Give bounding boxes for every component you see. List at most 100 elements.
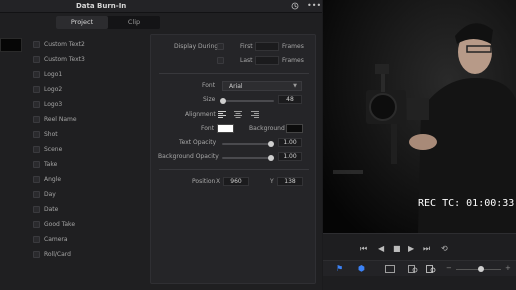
list-item[interactable]: Roll/Card [33,250,143,260]
checkbox[interactable] [33,221,40,228]
font-color-label: Font [201,125,215,132]
position-y-label: Y [270,178,274,185]
checkbox[interactable] [33,86,40,93]
checkbox[interactable] [33,176,40,183]
frames-label: Frames [282,57,304,64]
checkbox[interactable] [33,236,40,243]
checkbox[interactable] [33,191,40,198]
list-item[interactable]: Shot [33,130,143,140]
align-left-icon[interactable] [218,111,226,118]
font-dropdown[interactable]: Arial ▼ [222,81,302,91]
position-label: Position [192,178,216,185]
list-item-label: Camera [44,236,68,243]
size-slider-knob[interactable] [220,98,226,104]
list-item[interactable]: Good Take [33,220,143,230]
font-value: Arial [229,83,243,90]
text-opacity-label: Text Opacity [179,139,217,146]
checkbox[interactable] [33,206,40,213]
stop-icon[interactable]: ■ [393,244,401,253]
align-center-icon[interactable] [234,111,242,118]
jump-end-icon[interactable]: ⏭ [423,244,430,254]
bg-opacity-label: Background Opacity [158,153,219,160]
list-item-label: Reel Name [44,116,77,123]
zoom-detail-icon[interactable] [408,265,418,273]
list-item[interactable]: Scene [33,145,143,155]
list-item-label: Scene [44,146,63,153]
app-root: Data Burn-In ••• Project Clip Custom Tex… [0,0,516,290]
flag-icon[interactable]: ⚑ [336,264,343,273]
size-slider[interactable] [222,100,274,102]
play-icon[interactable]: ▶ [408,244,414,253]
size-label: Size [203,96,216,103]
bg-opacity-knob[interactable] [268,155,274,161]
last-label: Last [240,57,253,64]
checkbox[interactable] [33,71,40,78]
alignment-label: Alignment [185,111,216,118]
marker-icon[interactable]: ⬢ [358,264,365,273]
data-burn-in-panel: Data Burn-In ••• Project Clip Custom Tex… [0,0,322,290]
list-item[interactable]: Day [33,190,143,200]
video-viewer[interactable]: REC TC: 01:00:33 [323,0,516,233]
list-item[interactable]: Angle [33,175,143,185]
list-item-label: Custom Text2 [44,41,85,48]
checkbox[interactable] [33,146,40,153]
zoom-out-icon[interactable]: − [446,264,452,272]
display-last-checkbox[interactable] [217,57,224,64]
list-item[interactable]: Custom Text2 [33,40,143,50]
chevron-down-icon: ▼ [293,83,297,89]
display-first-checkbox[interactable] [217,43,224,50]
position-y-field[interactable]: 138 [277,177,303,186]
mode-tabs: Project Clip [56,16,160,29]
list-item[interactable]: Custom Text3 [33,55,143,65]
checkbox[interactable] [33,116,40,123]
last-frames-field[interactable] [255,56,279,65]
size-field[interactable]: 48 [278,95,302,104]
zoom-to-fit-icon[interactable] [385,265,395,273]
jump-start-icon[interactable]: ⏮ [360,244,367,254]
history-icon[interactable] [291,2,299,10]
checkbox[interactable] [33,251,40,258]
zoom-in-icon[interactable]: + [505,264,511,272]
text-opacity-knob[interactable] [268,141,274,147]
bg-opacity-slider[interactable] [222,157,274,159]
zoom-slider-knob[interactable] [478,266,484,272]
bg-opacity-field[interactable]: 1.00 [278,152,302,161]
list-item[interactable]: Logo1 [33,70,143,80]
font-label: Font [202,82,216,89]
position-x-label: X [216,178,221,185]
zoom-custom-icon[interactable] [426,265,436,273]
font-color-swatch[interactable] [217,124,234,133]
checkbox[interactable] [33,41,40,48]
text-opacity-field[interactable]: 1.00 [278,138,302,147]
list-item[interactable]: Reel Name [33,115,143,125]
preview-swatch [0,38,22,52]
burn-in-settings-pane: Display During First Frames Last Frames … [150,34,316,284]
text-opacity-slider[interactable] [222,143,274,145]
divider [159,169,309,170]
checkbox[interactable] [33,131,40,138]
background-color-swatch[interactable] [286,124,303,133]
list-item[interactable]: Take [33,160,143,170]
list-item[interactable]: Date [33,205,143,215]
more-options-icon[interactable]: ••• [307,2,321,10]
list-item-label: Logo1 [44,71,63,78]
list-item[interactable]: Logo3 [33,100,143,110]
checkbox[interactable] [33,101,40,108]
first-frames-field[interactable] [255,42,279,51]
list-item-label: Angle [44,176,62,183]
tab-project[interactable]: Project [56,16,108,29]
position-x-field[interactable]: 960 [223,177,249,186]
transport-controls: ⏮ ◀ ■ ▶ ⏭ ⟲ ⚑ ⬢ − + [323,233,516,290]
list-item[interactable]: Logo2 [33,85,143,95]
timeline-toolbar: ⚑ ⬢ − + [323,260,516,276]
align-right-icon[interactable] [251,111,259,118]
first-label: First [240,43,253,50]
loop-icon[interactable]: ⟲ [441,244,448,253]
tab-clip[interactable]: Clip [108,16,160,29]
checkbox[interactable] [33,56,40,63]
list-item-label: Shot [44,131,58,138]
play-reverse-icon[interactable]: ◀ [378,244,384,253]
checkbox[interactable] [33,161,40,168]
list-item-label: Date [44,206,59,213]
list-item[interactable]: Camera [33,235,143,245]
